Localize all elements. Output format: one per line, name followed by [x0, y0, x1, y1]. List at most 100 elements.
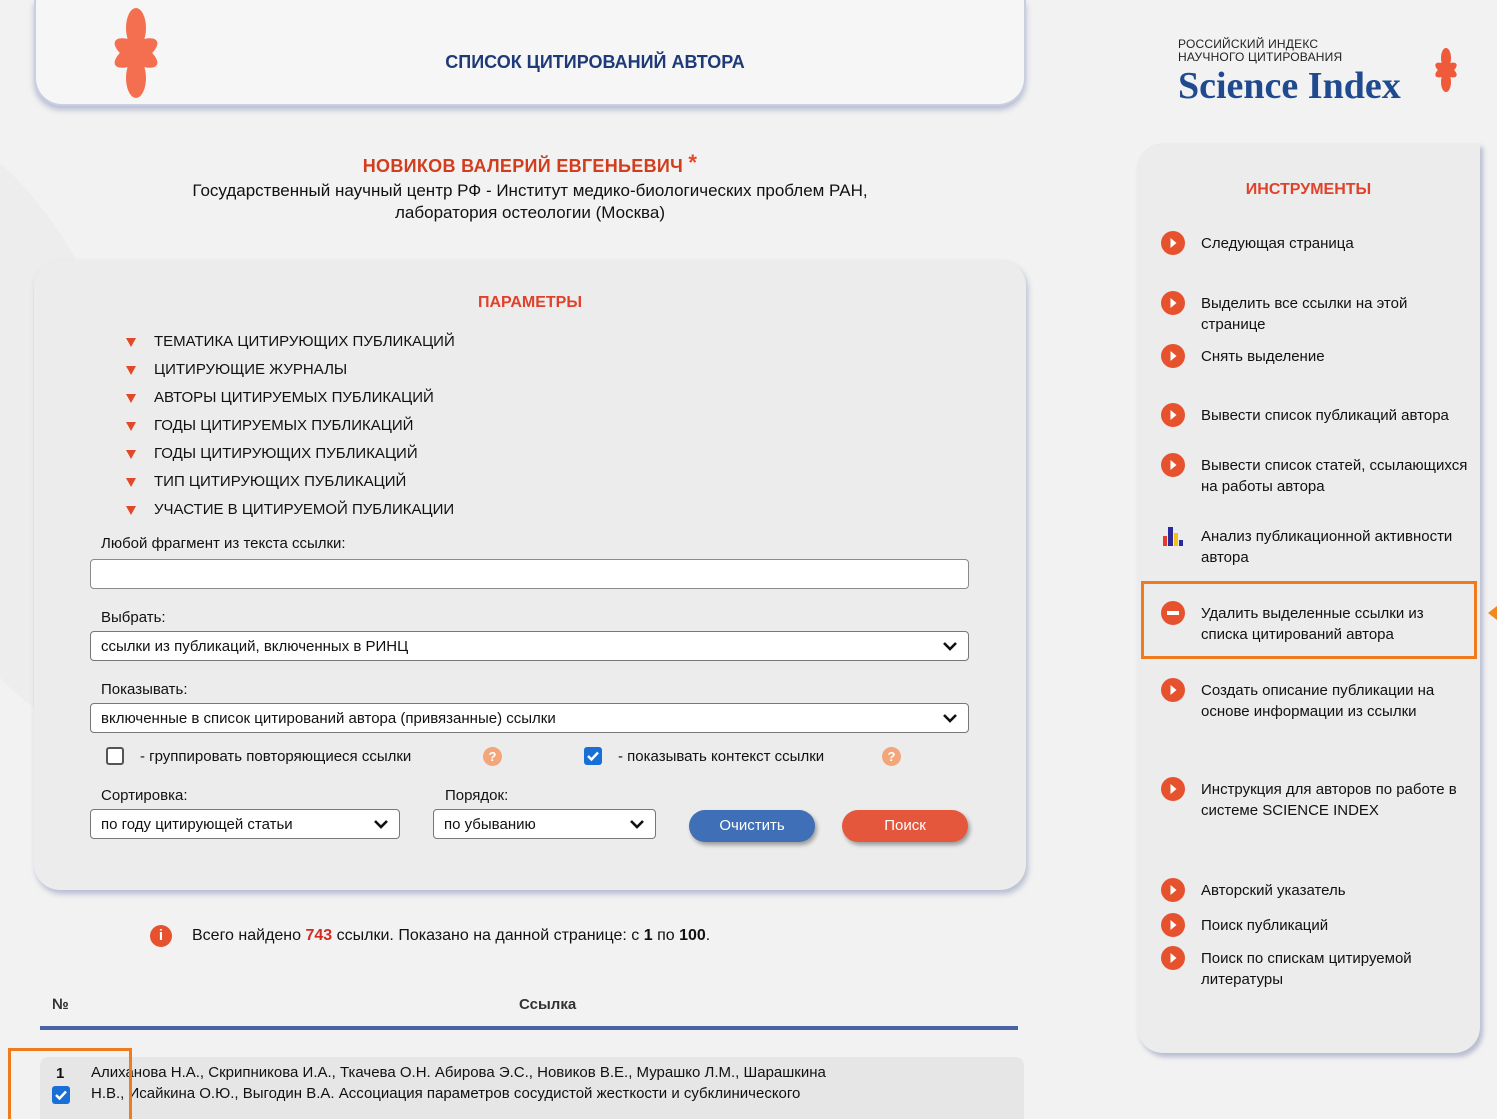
- arrow-circle-icon: [1161, 878, 1185, 902]
- table-row: 1 Алиханова Н.А., Скрипникова И.А., Ткач…: [40, 1057, 1024, 1119]
- triangle-down-icon: [126, 365, 136, 375]
- triangle-down-icon: [126, 477, 136, 487]
- tool-label: Выделить все ссылки на этой странице: [1201, 295, 1408, 333]
- group-duplicates-label: - группировать повторяющиеся ссылки: [140, 748, 412, 765]
- triangle-down-icon: [126, 337, 136, 347]
- group-duplicates-checkbox[interactable]: [106, 747, 124, 765]
- tool-label: Вывести список статей, ссылающихся на ра…: [1201, 457, 1468, 495]
- arrow-circle-icon: [1161, 777, 1185, 801]
- citation-line1: Алиханова Н.А., Скрипникова И.А., Ткачев…: [91, 1064, 826, 1081]
- tool-citing-articles[interactable]: Вывести список статей, ссылающихся на ра…: [1161, 453, 1471, 497]
- help-icon[interactable]: ?: [882, 747, 901, 766]
- tool-reference-search[interactable]: Поиск по спискам цитируемой литературы: [1161, 946, 1471, 990]
- search-button[interactable]: Поиск: [842, 810, 968, 842]
- tools-title: ИНСТРУМЕНТЫ: [1245, 181, 1372, 198]
- author-org-line2: лаборатория остеологии (Москва): [395, 203, 665, 222]
- chevron-down-icon: [943, 642, 957, 651]
- order-label: Порядок:: [445, 787, 509, 804]
- tool-label: Создать описание публикации на основе ин…: [1201, 682, 1435, 720]
- chevron-down-icon: [630, 820, 644, 829]
- tool-label: Анализ публикационной активности автора: [1201, 528, 1453, 566]
- tool-create-description[interactable]: Создать описание публикации на основе ин…: [1161, 678, 1471, 722]
- summary-total: 743: [305, 927, 333, 944]
- summary-to-word: по: [657, 927, 675, 944]
- header-divider: [40, 1026, 1018, 1030]
- show-value: включенные в список цитирований автора (…: [101, 710, 556, 727]
- info-icon: i: [150, 925, 172, 947]
- author-name[interactable]: НОВИКОВ ВАЛЕРИЙ ЕВГЕНЬЕВИЧ *: [100, 150, 960, 177]
- select-dropdown[interactable]: ссылки из публикаций, включенных в РИНЦ: [90, 631, 969, 661]
- filter-item[interactable]: ГОДЫ ЦИТИРУЮЩИХ ПУБЛИКАЦИЙ: [126, 440, 455, 468]
- filter-list: ТЕМАТИКА ЦИТИРУЮЩИХ ПУБЛИКАЦИЙ ЦИТИРУЮЩИ…: [126, 328, 455, 524]
- arrow-circle-icon: [1161, 453, 1185, 477]
- tool-label: Авторский указатель: [1201, 882, 1346, 899]
- filter-item-label: ТИП ЦИТИРУЮЩИХ ПУБЛИКАЦИЙ: [154, 473, 407, 490]
- filter-item[interactable]: ЦИТИРУЮЩИЕ ЖУРНАЛЫ: [126, 356, 455, 384]
- column-header-number: №: [52, 996, 69, 1013]
- author-org-line1: Государственный научный центр РФ - Инсти…: [192, 181, 868, 200]
- filter-item-label: ТЕМАТИКА ЦИТИРУЮЩИХ ПУБЛИКАЦИЙ: [154, 333, 455, 350]
- summary-from: 1: [643, 927, 653, 944]
- citation-line2: Н.В., Исайкина О.Ю., Выгодин В.А. Ассоци…: [91, 1085, 801, 1102]
- science-index-logo[interactable]: РОССИЙСКИЙ ИНДЕКС НАУЧНОГО ЦИТИРОВАНИЯ S…: [1178, 38, 1478, 118]
- triangle-down-icon: [126, 505, 136, 515]
- bar-chart-icon: [1163, 527, 1183, 546]
- checkmark-icon: [587, 751, 599, 762]
- tool-instructions[interactable]: Инструкция для авторов по работе в систе…: [1161, 777, 1471, 821]
- author-organization: Государственный научный центр РФ - Инсти…: [100, 180, 960, 224]
- arrow-circle-icon: [1161, 913, 1185, 937]
- filter-item[interactable]: ГОДЫ ЦИТИРУЕМЫХ ПУБЛИКАЦИЙ: [126, 412, 455, 440]
- tool-author-index[interactable]: Авторский указатель: [1161, 878, 1471, 902]
- author-name-text: НОВИКОВ ВАЛЕРИЙ ЕВГЕНЬЕВИЧ: [362, 156, 684, 176]
- author-info: НОВИКОВ ВАЛЕРИЙ ЕВГЕНЬЕВИЧ * Государстве…: [100, 150, 960, 224]
- pointer-arrow-icon: [1488, 606, 1497, 620]
- tool-select-all[interactable]: Выделить все ссылки на этой странице: [1161, 291, 1471, 335]
- arrow-circle-icon: [1161, 946, 1185, 970]
- highlight-box-delete: [1141, 581, 1477, 659]
- show-label: Показывать:: [101, 681, 188, 698]
- show-dropdown[interactable]: включенные в список цитирований автора (…: [90, 703, 969, 733]
- arrow-circle-icon: [1161, 678, 1185, 702]
- filter-item[interactable]: ТЕМАТИКА ЦИТИРУЮЩИХ ПУБЛИКАЦИЙ: [126, 328, 455, 356]
- arrow-circle-icon: [1161, 403, 1185, 427]
- select-value: ссылки из публикаций, включенных в РИНЦ: [101, 638, 409, 655]
- filter-item-label: УЧАСТИЕ В ЦИТИРУЕМОЙ ПУБЛИКАЦИИ: [154, 501, 455, 518]
- order-dropdown[interactable]: по убыванию: [433, 809, 656, 839]
- tool-publication-search[interactable]: Поиск публикаций: [1161, 913, 1471, 937]
- tool-label: Инструкция для авторов по работе в систе…: [1201, 781, 1457, 819]
- sort-label: Сортировка:: [101, 787, 188, 804]
- author-asterisk: *: [688, 150, 698, 175]
- show-context-label: - показывать контекст ссылки: [618, 748, 825, 765]
- tool-label: Вывести список публикаций автора: [1201, 407, 1449, 424]
- highlight-box-row: [8, 1048, 132, 1119]
- tool-author-publications[interactable]: Вывести список публикаций автора: [1161, 403, 1471, 427]
- triangle-down-icon: [126, 449, 136, 459]
- tool-next-page[interactable]: Следующая страница: [1161, 231, 1471, 255]
- show-context-checkbox[interactable]: [584, 747, 602, 765]
- sort-dropdown[interactable]: по году цитирующей статьи: [90, 809, 400, 839]
- triangle-down-icon: [126, 421, 136, 431]
- select-label: Выбрать:: [101, 609, 166, 626]
- filter-item[interactable]: УЧАСТИЕ В ЦИТИРУЕМОЙ ПУБЛИКАЦИИ: [126, 496, 455, 524]
- filter-item-label: АВТОРЫ ЦИТИРУЕМЫХ ПУБЛИКАЦИЙ: [154, 389, 434, 406]
- tool-deselect[interactable]: Снять выделение: [1161, 344, 1471, 368]
- sort-value: по году цитирующей статьи: [101, 816, 293, 833]
- tool-activity-analysis[interactable]: Анализ публикационной активности автора: [1161, 526, 1471, 568]
- summary-middle: ссылки. Показано на данной странице: с: [336, 927, 640, 944]
- filter-item[interactable]: АВТОРЫ ЦИТИРУЕМЫХ ПУБЛИКАЦИЙ: [126, 384, 455, 412]
- page-title: СПИСОК ЦИТИРОВАНИЙ АВТОРА: [445, 52, 745, 72]
- row-citation[interactable]: Алиханова Н.А., Скрипникова И.А., Ткачев…: [91, 1062, 991, 1104]
- tool-label: Поиск по спискам цитируемой литературы: [1201, 950, 1412, 988]
- summary-prefix: Всего найдено: [192, 927, 302, 944]
- filter-item-label: ГОДЫ ЦИТИРУЮЩИХ ПУБЛИКАЦИЙ: [154, 445, 418, 462]
- text-fragment-input[interactable]: [90, 559, 969, 589]
- column-header-link: Ссылка: [519, 996, 577, 1013]
- help-icon[interactable]: ?: [483, 747, 502, 766]
- clear-button[interactable]: Очистить: [689, 810, 815, 842]
- tool-label: Следующая страница: [1201, 235, 1354, 252]
- arrow-circle-icon: [1161, 291, 1185, 315]
- filter-item[interactable]: ТИП ЦИТИРУЮЩИХ ПУБЛИКАЦИЙ: [126, 468, 455, 496]
- asterisk-icon: [1435, 48, 1457, 92]
- page-header: СПИСОК ЦИТИРОВАНИЙ АВТОРА: [34, 0, 1026, 106]
- filter-item-label: ГОДЫ ЦИТИРУЕМЫХ ПУБЛИКАЦИЙ: [154, 417, 414, 434]
